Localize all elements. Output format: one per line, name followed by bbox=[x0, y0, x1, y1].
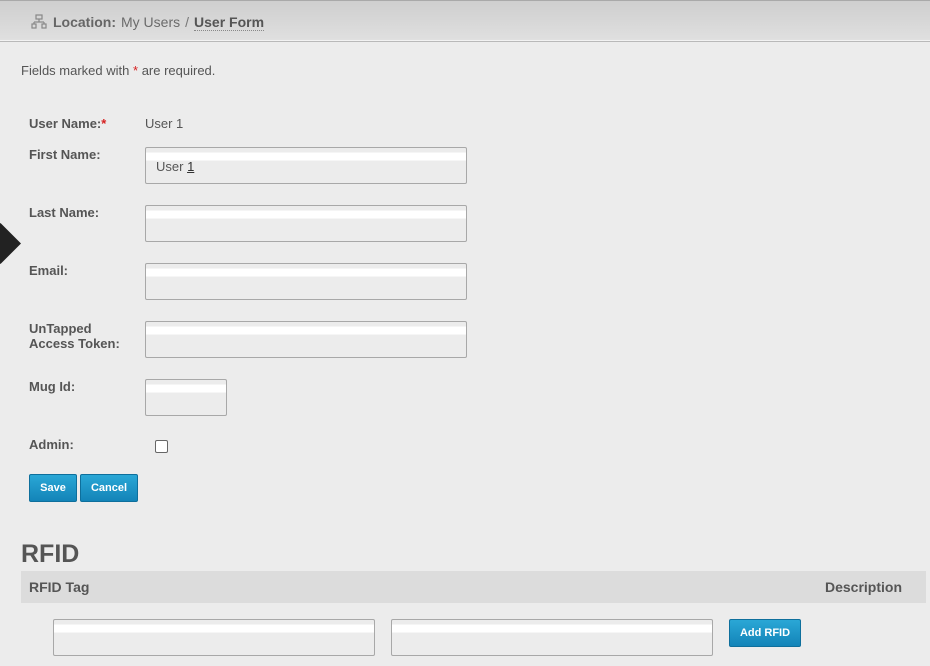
add-rfid-button[interactable]: Add RFID bbox=[729, 619, 801, 647]
sitemap-icon bbox=[31, 14, 47, 30]
first-name-field[interactable]: User 1 bbox=[145, 147, 467, 184]
rfid-description-input[interactable] bbox=[391, 619, 713, 656]
cancel-button[interactable]: Cancel bbox=[80, 474, 138, 502]
untapped-token-label: UnTapped Access Token: bbox=[29, 321, 120, 351]
required-note-prefix: Fields marked with bbox=[21, 63, 130, 78]
rfid-heading: RFID bbox=[21, 540, 80, 568]
breadcrumb: Location: My Users / User Form bbox=[31, 13, 265, 31]
side-panel-toggle-arrow[interactable] bbox=[0, 222, 22, 265]
breadcrumb-link-my-users[interactable]: My Users bbox=[121, 14, 180, 30]
last-name-label: Last Name: bbox=[29, 205, 100, 220]
breadcrumb-current: User Form bbox=[194, 13, 265, 31]
username-value: User 1 bbox=[145, 116, 184, 131]
first-name-value: User 1 bbox=[156, 159, 194, 174]
rfid-tag-input[interactable] bbox=[53, 619, 375, 656]
first-name-value-prefix: User bbox=[156, 159, 188, 174]
admin-label: Admin: bbox=[29, 437, 74, 452]
description-column-header: Description bbox=[824, 579, 902, 595]
first-name-label: First Name: bbox=[29, 147, 101, 162]
admin-checkbox[interactable] bbox=[155, 440, 168, 453]
email-field[interactable] bbox=[145, 263, 467, 300]
breadcrumb-location-label: Location: bbox=[53, 14, 116, 30]
rfid-table-header: RFID Tag Description bbox=[21, 571, 926, 603]
untapped-token-label-line1: UnTapped bbox=[29, 321, 92, 336]
breadcrumb-bar: Location: My Users / User Form bbox=[0, 0, 930, 42]
save-button[interactable]: Save bbox=[29, 474, 77, 502]
mug-id-field[interactable] bbox=[145, 379, 227, 416]
untapped-token-label-line2: Access Token: bbox=[29, 336, 120, 351]
username-required-star: * bbox=[101, 116, 107, 131]
rfid-tag-column-header: RFID Tag bbox=[29, 579, 90, 595]
last-name-field[interactable] bbox=[145, 205, 467, 242]
email-label: Email: bbox=[29, 263, 69, 278]
required-note-suffix: are required. bbox=[141, 63, 216, 78]
username-label-text: User Name: bbox=[29, 116, 102, 131]
untapped-token-field[interactable] bbox=[145, 321, 467, 358]
mug-id-label: Mug Id: bbox=[29, 379, 76, 394]
username-label: User Name:* bbox=[29, 116, 106, 131]
required-star: * bbox=[133, 63, 139, 78]
breadcrumb-separator: / bbox=[185, 14, 190, 30]
required-fields-note: Fields marked with * are required. bbox=[21, 63, 215, 78]
first-name-value-last: 1 bbox=[187, 159, 195, 174]
